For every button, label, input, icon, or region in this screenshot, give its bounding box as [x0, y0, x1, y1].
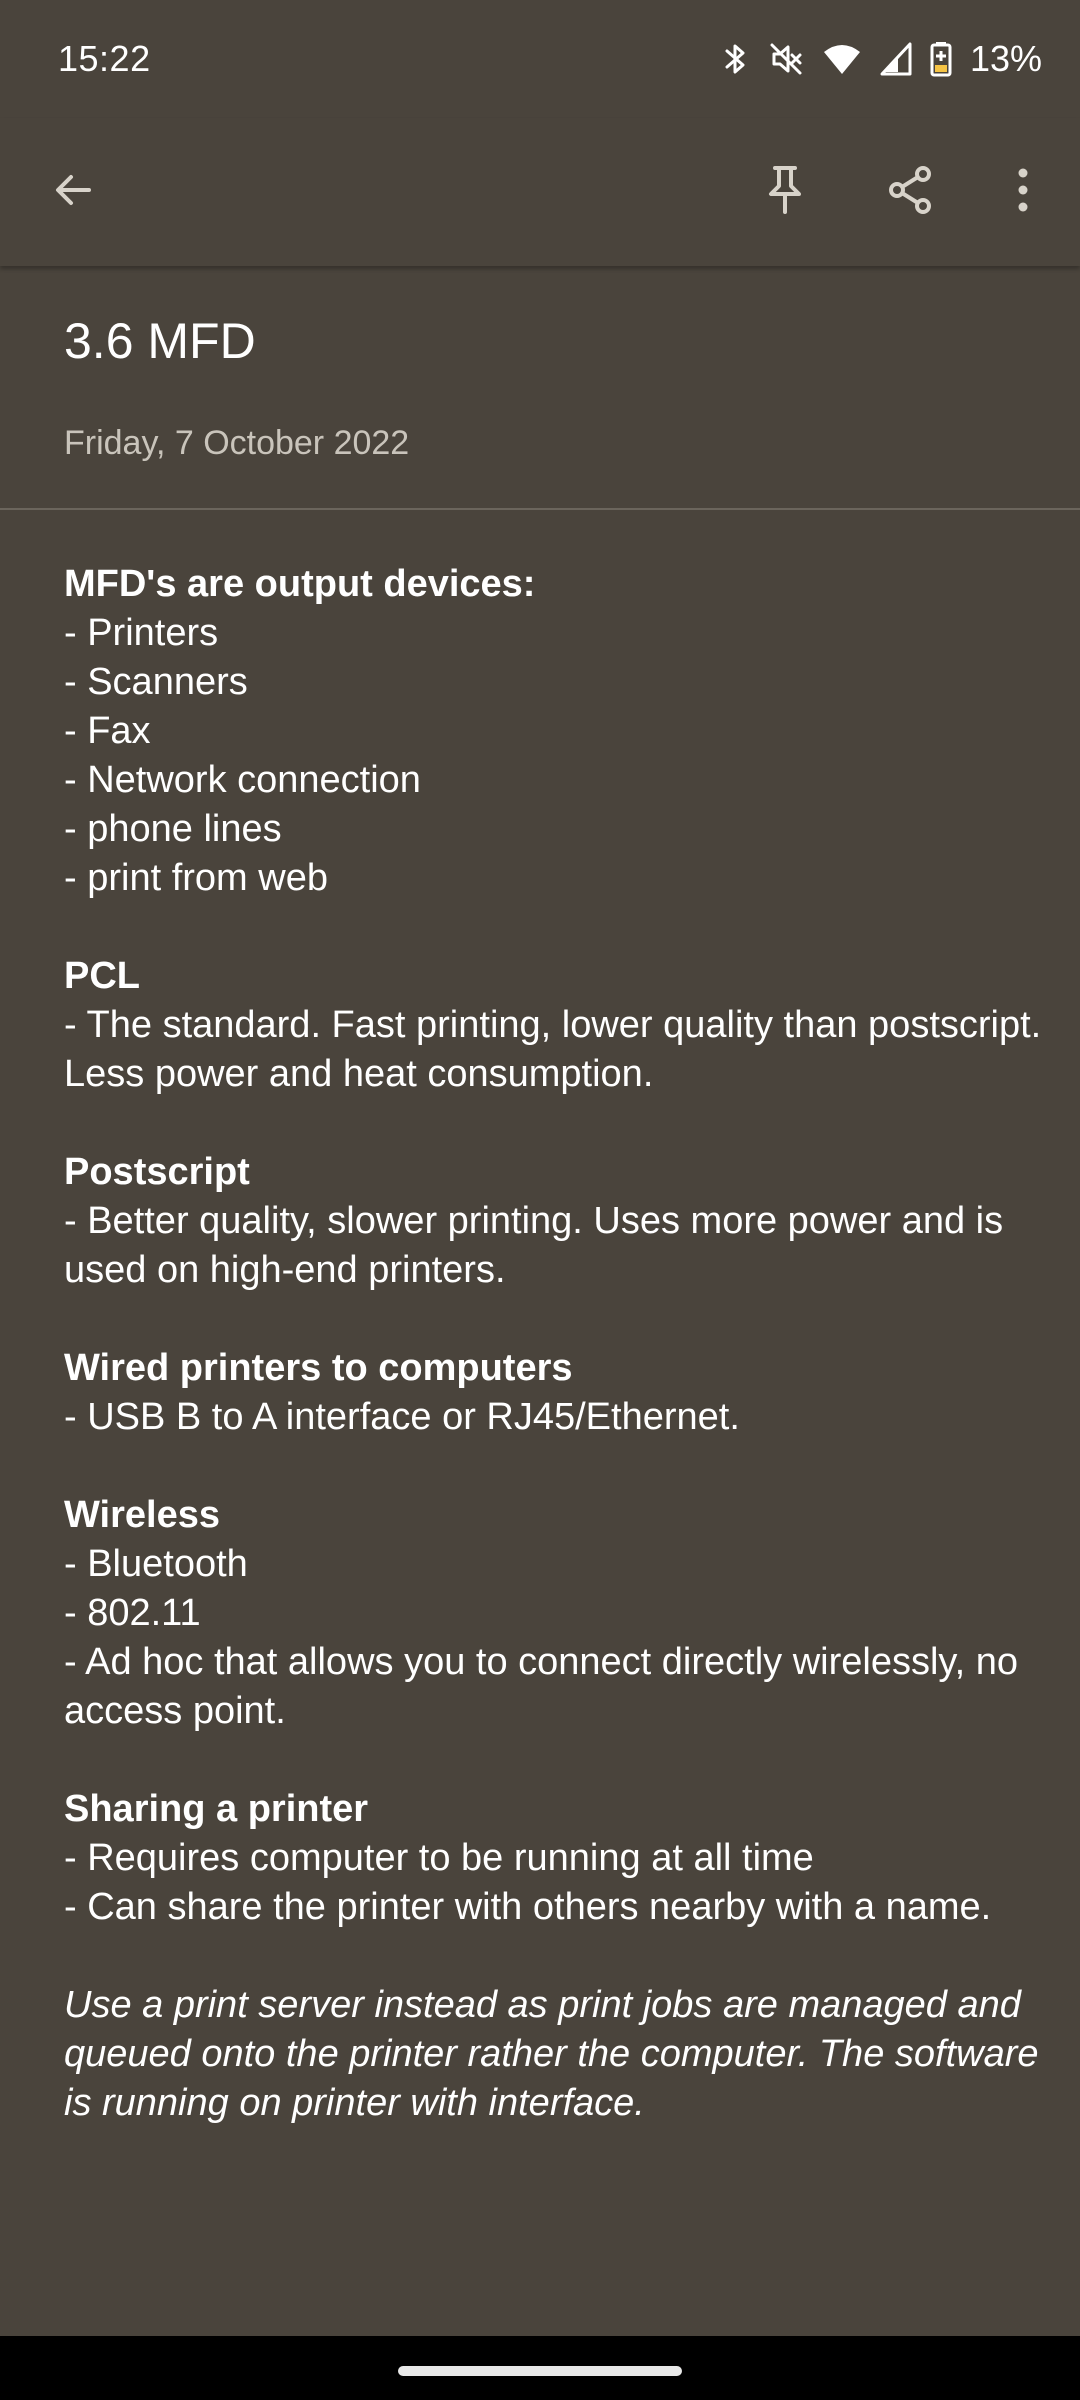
note-line: - Bluetooth — [64, 1543, 248, 1585]
note-heading: PCL — [64, 955, 140, 997]
note-line: - Fax — [64, 710, 151, 752]
share-button[interactable] — [856, 118, 966, 266]
share-icon — [885, 164, 937, 221]
note-italic-text: Use a print server instead as print jobs… — [64, 1984, 1039, 2124]
note-line: - phone lines — [64, 808, 282, 850]
note-line: - Requires computer to be running at all… — [64, 1837, 814, 1879]
more-vertical-icon — [1016, 168, 1030, 217]
status-time: 15:22 — [58, 38, 151, 79]
note-line: - USB B to A interface or RJ45/Ethernet. — [64, 1396, 740, 1438]
note-title[interactable]: 3.6 MFD — [64, 312, 256, 370]
note-line: - Printers — [64, 612, 219, 654]
signal-icon — [880, 42, 912, 76]
note-body[interactable]: MFD's are output devices: - Printers - Sca… — [64, 560, 1044, 2128]
note-line: - Better quality, slower printing. Uses … — [64, 1200, 1004, 1291]
note-line: - 802.11 — [64, 1592, 201, 1634]
bluetooth-icon — [720, 41, 750, 77]
note-line: - print from web — [64, 857, 328, 899]
wifi-icon — [822, 42, 862, 76]
note-date: Friday, 7 October 2022 — [64, 424, 410, 462]
status-bar: 15:22 13% — [0, 0, 1080, 118]
note-heading: Wired printers to computers — [64, 1347, 573, 1389]
note-heading: MFD's are output devices: — [64, 563, 536, 605]
note-line: - Can share the printer with others near… — [64, 1886, 992, 1928]
battery-percentage: 13% — [969, 38, 1042, 79]
status-icons: 13% — [720, 38, 1042, 80]
mute-icon — [768, 41, 804, 77]
more-options-button[interactable] — [968, 118, 1078, 266]
arrow-left-icon — [49, 166, 97, 219]
navigation-bar — [0, 2336, 1080, 2400]
note-heading: Wireless — [64, 1494, 220, 1536]
note-heading: Postscript — [64, 1151, 250, 1193]
header-divider — [0, 508, 1080, 510]
pin-button[interactable] — [730, 118, 840, 266]
pin-icon — [761, 164, 809, 221]
note-line: - Ad hoc that allows you to connect dire… — [64, 1641, 1018, 1732]
back-button[interactable] — [18, 118, 128, 266]
home-gesture-handle[interactable] — [398, 2366, 682, 2376]
app-toolbar — [0, 118, 1080, 266]
note-line: - Scanners — [64, 661, 248, 703]
note-header: 3.6 MFD Friday, 7 October 2022 — [0, 266, 1080, 510]
note-line: - The standard. Fast printing, lower qua… — [64, 1004, 1042, 1095]
battery-icon — [930, 41, 952, 77]
note-line: - Network connection — [64, 759, 421, 801]
note-heading: Sharing a printer — [64, 1788, 369, 1830]
